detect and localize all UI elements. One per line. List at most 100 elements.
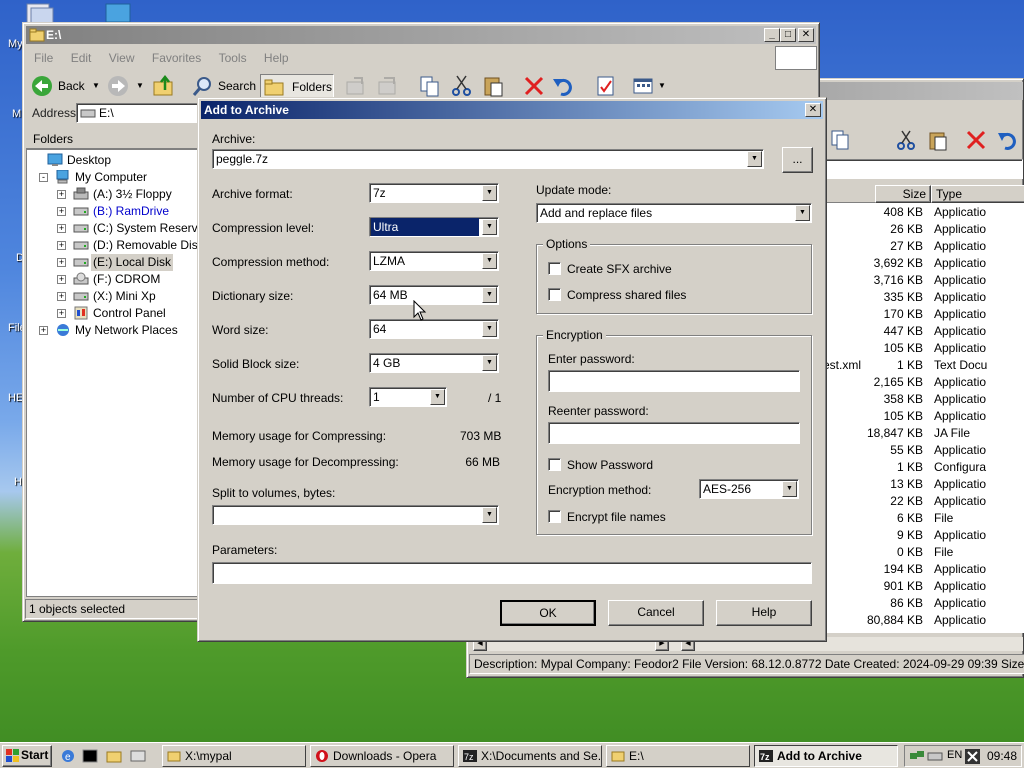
enter-password-input[interactable] xyxy=(548,370,800,392)
task-e-drive[interactable]: E:\ xyxy=(606,745,750,767)
chevron-down-icon[interactable]: ▼ xyxy=(782,481,797,497)
tree-item[interactable]: + (X:) Mini Xp xyxy=(27,288,197,305)
reenter-password-input[interactable] xyxy=(548,422,800,444)
paste-icon[interactable] xyxy=(927,129,949,154)
task-documents[interactable]: 7z X:\Documents and Se... xyxy=(458,745,602,767)
cancel-button[interactable]: Cancel xyxy=(608,600,704,626)
menu-help[interactable]: Help xyxy=(257,48,296,68)
expand-icon[interactable]: + xyxy=(57,258,66,267)
size-column-header[interactable]: Size xyxy=(875,185,931,203)
delete-button[interactable] xyxy=(522,74,546,98)
menu-file[interactable]: File xyxy=(27,48,60,68)
expand-icon[interactable]: + xyxy=(57,292,66,301)
drive-tray-icon[interactable] xyxy=(927,750,943,762)
encrypt-file-names-checkbox[interactable] xyxy=(548,510,561,523)
word-size-combo[interactable]: 64 ▼ xyxy=(369,319,499,339)
expand-icon[interactable]: + xyxy=(57,207,66,216)
properties-button[interactable] xyxy=(594,74,618,98)
solid-block-size-combo[interactable]: 4 GB ▼ xyxy=(369,353,499,373)
add-to-archive-dialog[interactable]: Add to Archive ✕ Archive: peggle.7z ▼ ..… xyxy=(197,97,827,642)
minimize-button[interactable]: _ xyxy=(764,28,780,42)
move-to-button[interactable] xyxy=(344,74,368,98)
tree-item[interactable]: - My Computer xyxy=(27,169,197,186)
tree-item[interactable]: + (F:) CDROM xyxy=(27,271,197,288)
ie-icon[interactable]: e xyxy=(60,748,76,764)
menu-tools[interactable]: Tools xyxy=(212,48,254,68)
undo-icon[interactable] xyxy=(997,129,1019,154)
clock[interactable]: 09:48 xyxy=(987,749,1017,763)
chevron-down-icon[interactable]: ▼ xyxy=(482,219,497,235)
chevron-down-icon[interactable]: ▼ xyxy=(795,205,810,221)
menu-view[interactable]: View xyxy=(102,48,142,68)
type-column-header[interactable]: Type xyxy=(931,185,1024,203)
update-mode-combo[interactable]: Add and replace files ▼ xyxy=(536,203,812,223)
address-field[interactable]: E:\ xyxy=(76,103,200,123)
tree-item[interactable]: Desktop xyxy=(27,152,197,169)
file-list[interactable]: est.xml 408 KB 26 KB 27 KB 3,692 KB 3,716 KB… xyxy=(823,203,1024,633)
task-opera[interactable]: Downloads - Opera xyxy=(310,745,454,767)
task-mypal[interactable]: X:\mypal xyxy=(162,745,306,767)
back-dropdown-icon[interactable]: ▼ xyxy=(92,74,100,98)
compression-method-combo[interactable]: LZMA ▼ xyxy=(369,251,499,271)
dialog-titlebar[interactable]: Add to Archive ✕ xyxy=(201,101,823,119)
chevron-down-icon[interactable]: ▼ xyxy=(482,355,497,371)
cpu-threads-combo[interactable]: 1 ▼ xyxy=(369,387,447,407)
show-password-checkbox[interactable] xyxy=(548,458,561,471)
expand-icon[interactable]: + xyxy=(39,326,48,335)
collapse-icon[interactable]: - xyxy=(39,173,48,182)
browse-button[interactable]: ... xyxy=(782,147,813,173)
views-button[interactable]: ▼ xyxy=(632,74,666,98)
folder-tree[interactable]: Desktop - My Computer + (A:) 3½ Floppy + (B:) … xyxy=(26,149,211,597)
close-tray-icon[interactable] xyxy=(965,749,980,764)
paste-button[interactable] xyxy=(482,74,506,98)
split-volumes-combo[interactable]: ▼ xyxy=(212,505,499,525)
explorer-titlebar[interactable]: E:\ _ □ ✕ xyxy=(26,26,816,44)
chevron-down-icon[interactable]: ▼ xyxy=(482,287,497,303)
console-icon[interactable] xyxy=(82,748,98,764)
delete-icon[interactable] xyxy=(965,129,987,154)
language-indicator[interactable]: EN xyxy=(947,749,962,761)
tree-item[interactable]: + (C:) System Reserved xyxy=(27,220,211,237)
close-button[interactable]: ✕ xyxy=(798,28,814,42)
views-dropdown-icon[interactable]: ▼ xyxy=(658,74,666,98)
cut-button[interactable] xyxy=(450,74,474,98)
show-desktop-icon[interactable] xyxy=(130,748,146,764)
dictionary-size-combo[interactable]: 64 MB ▼ xyxy=(369,285,499,305)
copy-icon[interactable] xyxy=(829,129,851,154)
tree-item[interactable]: + (D:) Removable Disk xyxy=(27,237,204,254)
cut-icon[interactable] xyxy=(895,129,917,154)
create-sfx-checkbox[interactable] xyxy=(548,262,561,275)
expand-icon[interactable]: + xyxy=(57,190,66,199)
help-button[interactable]: Help xyxy=(716,600,812,626)
network-tray-icon[interactable] xyxy=(909,749,925,763)
explorer-icon[interactable] xyxy=(106,748,122,764)
copy-button[interactable] xyxy=(418,74,442,98)
tree-item[interactable]: + My Network Places xyxy=(27,322,197,339)
tree-item[interactable]: + (B:) RamDrive xyxy=(27,203,197,220)
chevron-down-icon[interactable]: ▼ xyxy=(482,321,497,337)
chevron-down-icon[interactable]: ▼ xyxy=(482,253,497,269)
chevron-down-icon[interactable]: ▼ xyxy=(747,151,762,167)
tree-item[interactable]: + Control Panel xyxy=(27,305,197,322)
encryption-method-combo[interactable]: AES-256 ▼ xyxy=(699,479,799,499)
compress-shared-checkbox[interactable] xyxy=(548,288,561,301)
chevron-down-icon[interactable]: ▼ xyxy=(482,185,497,201)
undo-button[interactable] xyxy=(552,74,576,98)
parameters-input[interactable] xyxy=(212,562,812,584)
chevron-down-icon[interactable]: ▼ xyxy=(482,507,497,523)
back-address-field[interactable] xyxy=(823,159,1023,179)
start-button[interactable]: Start xyxy=(2,745,52,767)
expand-icon[interactable]: + xyxy=(57,241,66,250)
up-folder-button[interactable] xyxy=(152,74,176,98)
expand-icon[interactable]: + xyxy=(57,224,66,233)
folders-button[interactable]: Folders xyxy=(260,74,334,98)
ok-button[interactable]: OK xyxy=(500,600,596,626)
menu-favorites[interactable]: Favorites xyxy=(145,48,208,68)
menu-edit[interactable]: Edit xyxy=(64,48,99,68)
forward-dropdown-icon[interactable]: ▼ xyxy=(136,74,144,98)
tree-item[interactable]: + (A:) 3½ Floppy xyxy=(27,186,197,203)
compression-level-combo[interactable]: Ultra ▼ xyxy=(369,217,499,237)
archive-format-combo[interactable]: 7z ▼ xyxy=(369,183,499,203)
dialog-close-button[interactable]: ✕ xyxy=(805,103,821,117)
expand-icon[interactable]: + xyxy=(57,309,66,318)
